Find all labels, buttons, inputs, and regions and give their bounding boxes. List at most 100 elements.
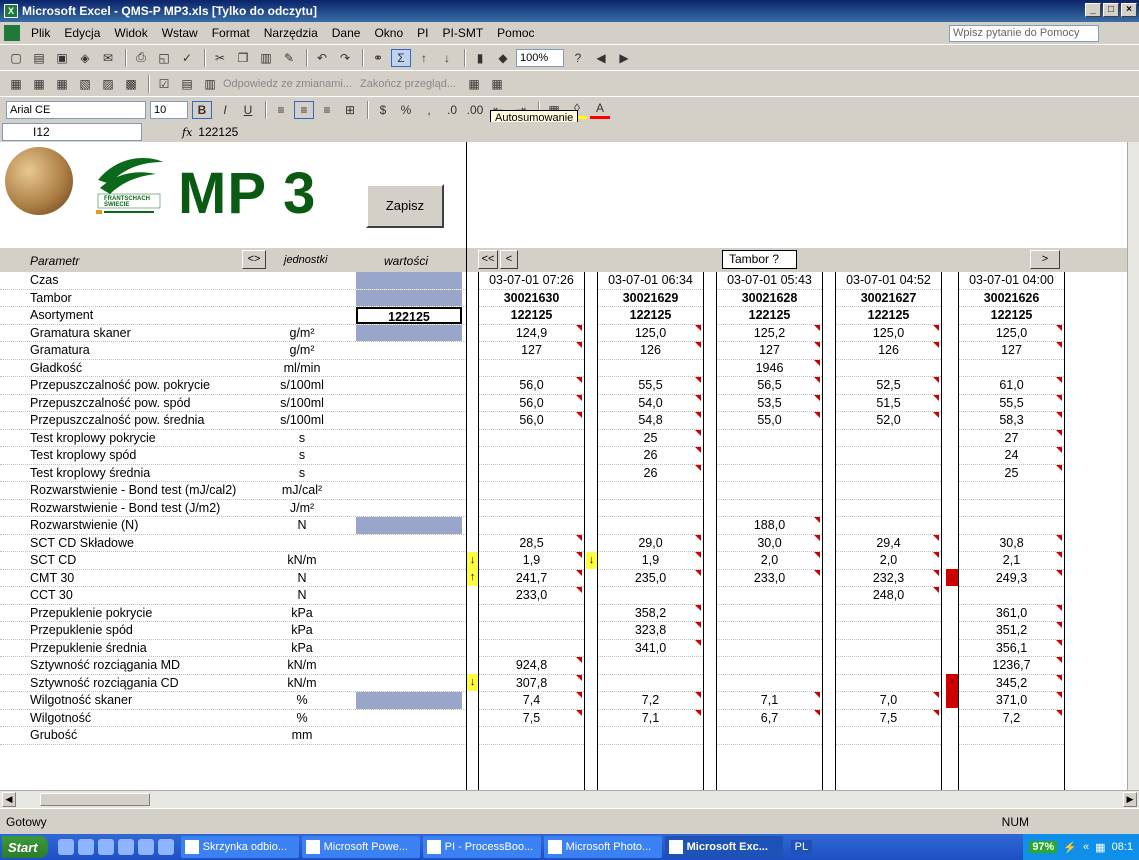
chart-wizard-icon[interactable]: ▮ — [470, 49, 490, 67]
sample-cell[interactable]: 61,0 — [959, 377, 1064, 395]
sample-cell[interactable]: 351,2 — [959, 622, 1064, 640]
parameter-value[interactable] — [356, 657, 462, 674]
parameter-unit[interactable]: kN/m — [248, 675, 356, 692]
sample-cell[interactable]: 55,5 — [959, 394, 1064, 412]
menu-pi-smt[interactable]: PI-SMT — [435, 26, 490, 40]
sample-cell[interactable] — [479, 500, 584, 517]
parameter-unit[interactable]: N — [248, 587, 356, 604]
quicklaunch-mail-icon[interactable] — [157, 839, 174, 855]
sample-cell[interactable] — [717, 605, 822, 622]
sample-cell[interactable]: 30021629 — [598, 290, 703, 307]
parameter-unit[interactable] — [248, 535, 356, 552]
underline-icon[interactable]: U — [238, 101, 258, 119]
worksheet[interactable]: FRANTSCHACH ŚWIECIE MP 3 Zapisz Parametr… — [0, 142, 1127, 790]
zoom-select[interactable]: 100% — [516, 48, 564, 67]
parameter-name[interactable]: Czas — [0, 272, 248, 289]
sample-cell[interactable] — [479, 360, 584, 377]
scroll-right-icon[interactable]: ▶ — [1123, 792, 1137, 807]
parameter-value[interactable] — [356, 482, 462, 499]
sample-cell[interactable]: 361,0 — [959, 604, 1064, 622]
parameter-unit[interactable]: s — [248, 447, 356, 464]
menu-okno[interactable]: Okno — [367, 26, 410, 40]
parameter-name[interactable]: Wilgotność — [0, 710, 248, 727]
parameter-name[interactable]: Tambor — [0, 290, 248, 307]
parameter-value[interactable] — [356, 727, 462, 744]
font-name-select[interactable]: Arial CE — [6, 100, 146, 119]
sample-cell[interactable] — [598, 360, 703, 377]
copy-icon[interactable]: ❐ — [233, 49, 253, 67]
font-color-icon[interactable]: A — [590, 101, 610, 119]
comma-icon[interactable]: , — [419, 101, 439, 119]
parameter-unit[interactable]: N — [248, 517, 356, 534]
nav-next-button[interactable]: > — [1030, 250, 1060, 269]
parameter-name[interactable]: Przepuszczalność pow. pokrycie — [0, 377, 248, 394]
sample-cell[interactable] — [479, 482, 584, 500]
parameter-value[interactable] — [356, 570, 462, 587]
parameter-value[interactable] — [356, 517, 462, 534]
autosum-icon[interactable]: Σ — [391, 48, 411, 67]
sample-cell[interactable]: 28,5 — [479, 534, 584, 552]
sample-cell[interactable]: 7,2 — [598, 692, 703, 710]
review-icon-9[interactable]: ▥ — [200, 75, 220, 93]
sample-cell[interactable]: 29,4 — [836, 534, 941, 552]
sample-cell[interactable]: 56,0 — [479, 412, 584, 430]
sample-cell[interactable] — [836, 500, 941, 517]
sample-cell[interactable]: 7,0 — [836, 692, 941, 710]
parameter-value[interactable] — [356, 622, 462, 639]
sort-ascending-icon[interactable]: ↑ — [414, 49, 434, 67]
sample-cell[interactable]: 26 — [598, 447, 703, 465]
horizontal-scrollbar[interactable]: ◀ ▶ — [0, 790, 1139, 808]
back-icon[interactable]: ◀ — [591, 49, 611, 67]
sample-cell[interactable]: 30021630 — [479, 290, 584, 307]
sample-cell[interactable]: 2,0 — [836, 552, 941, 570]
parameter-unit[interactable] — [248, 290, 356, 307]
review-icon-8[interactable]: ▤ — [177, 75, 197, 93]
end-review-button[interactable]: Zakończ przegląd... — [360, 78, 456, 90]
parameter-name[interactable]: Rozwarstwienie - Bond test (J/m2) — [0, 500, 248, 517]
sample-cell[interactable] — [717, 727, 822, 745]
parameter-unit[interactable]: % — [248, 710, 356, 727]
sample-cell[interactable]: 235,0 — [598, 569, 703, 587]
sample-cell[interactable]: 30,0 — [717, 534, 822, 552]
parameter-value[interactable] — [356, 272, 462, 289]
sample-cell[interactable] — [717, 482, 822, 500]
parameter-unit[interactable]: ml/min — [248, 360, 356, 377]
sample-cell[interactable]: 307,8 — [479, 674, 584, 692]
sample-cell[interactable]: 7,5 — [836, 709, 941, 727]
sample-cell[interactable] — [479, 622, 584, 640]
parameter-name[interactable]: CMT 30 — [0, 570, 248, 587]
parameter-unit[interactable]: kN/m — [248, 657, 356, 674]
quicklaunch-doc-icon[interactable] — [137, 839, 154, 855]
parameter-value[interactable] — [356, 324, 462, 341]
sample-cell[interactable] — [598, 727, 703, 745]
sample-cell[interactable]: 248,0 — [836, 587, 941, 605]
sample-cell[interactable] — [598, 500, 703, 517]
sample-cell[interactable] — [479, 465, 584, 482]
parameter-name[interactable]: Grubość — [0, 727, 248, 744]
increase-decimal-icon[interactable]: .0 — [442, 101, 462, 119]
sample-cell[interactable] — [598, 482, 703, 500]
sample-cell[interactable]: 52,0 — [836, 412, 941, 430]
parameter-unit[interactable]: s/100ml — [248, 377, 356, 394]
sample-cell[interactable] — [836, 622, 941, 640]
vertical-scrollbar[interactable] — [1127, 142, 1139, 790]
sample-cell[interactable]: 122125 — [959, 307, 1064, 325]
print-preview-icon[interactable]: ◱ — [154, 49, 174, 67]
parameter-name[interactable]: Przepuszczalność pow. spód — [0, 395, 248, 412]
quicklaunch-app-icon[interactable] — [97, 839, 114, 855]
task-processbook[interactable]: PI - ProcessBoo... — [422, 836, 541, 858]
sample-cell[interactable] — [479, 430, 584, 447]
sample-cell[interactable]: 30021626 — [959, 290, 1064, 307]
sample-cell[interactable]: 03-07-01 04:00 — [959, 272, 1064, 290]
new-icon[interactable]: ▢ — [6, 49, 26, 67]
sample-cell[interactable]: 56,5 — [717, 377, 822, 395]
sample-cell[interactable] — [836, 517, 941, 535]
sample-cell[interactable]: 126 — [836, 342, 941, 360]
sample-cell[interactable] — [836, 430, 941, 447]
table-icon[interactable]: ▦ — [464, 75, 484, 93]
sample-cell[interactable]: 241,7 — [479, 569, 584, 587]
formula-input[interactable]: 122125 — [198, 125, 238, 139]
parameter-name[interactable]: Gramatura skaner — [0, 325, 248, 342]
email-icon[interactable]: ✉ — [98, 49, 118, 67]
sample-cell[interactable] — [959, 727, 1064, 745]
